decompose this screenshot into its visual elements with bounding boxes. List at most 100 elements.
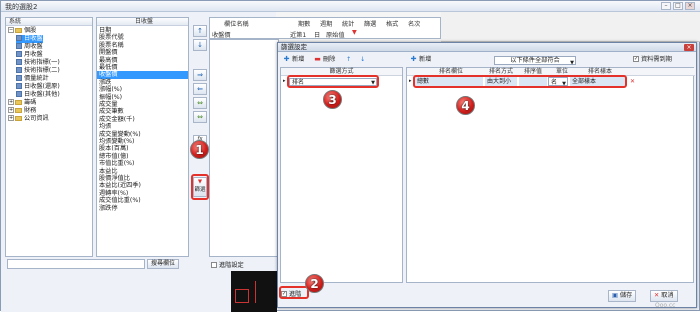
tree-leaf[interactable]: 技術指標(二) <box>16 67 60 75</box>
folder-icon <box>15 27 22 33</box>
expand-icon[interactable]: + <box>8 107 14 113</box>
field-list-item[interactable]: 成交量變動(%) <box>97 131 188 138</box>
minus-icon: ▬ <box>314 54 321 63</box>
field-list-item[interactable]: 市值比重(%) <box>97 160 188 167</box>
maximize-button[interactable]: □ <box>673 2 683 10</box>
folder-icon <box>15 115 22 121</box>
callout-badge-3: 3 <box>323 90 342 109</box>
checkbox-box[interactable] <box>211 262 217 268</box>
highlight-box-2 <box>279 286 309 299</box>
tree-leaf[interactable]: 日收盤(其他) <box>16 91 60 99</box>
expand-icon[interactable]: + <box>8 115 14 121</box>
field-list-item[interactable]: 漲跌停 <box>97 205 188 212</box>
move-down-button[interactable]: ↓ <box>193 39 207 51</box>
search-field-button[interactable]: 搜尋欄位 <box>147 259 179 269</box>
table-icon <box>16 67 22 73</box>
tree-item-label: 個股 <box>24 27 37 34</box>
save-button[interactable]: ▣ 儲存 <box>608 290 637 302</box>
field-list-item[interactable]: 開盤價 <box>97 49 188 56</box>
column-row-name[interactable]: 收盤價 <box>212 30 231 39</box>
tree-item-label: 公司資訊 <box>24 115 49 122</box>
add-condition-button[interactable]: ✚ 新增 <box>408 55 433 65</box>
data-expiry-label: 資料需到期 <box>641 56 672 63</box>
tree-folder[interactable]: + 財務 <box>8 107 36 115</box>
col-header-periods: 期數 <box>298 21 311 28</box>
field-list-item[interactable]: 股票代號 <box>97 34 188 41</box>
col-header-stat: 統計 <box>342 21 355 28</box>
search-input[interactable] <box>7 259 145 269</box>
table-icon <box>16 43 22 49</box>
tree-item-label: 日收盤(還原) <box>24 83 60 90</box>
tree-leaf[interactable]: 周收盤 <box>16 43 43 51</box>
col-header-format: 格式 <box>386 21 399 28</box>
minimize-button[interactable]: – <box>661 2 671 10</box>
column-row-period[interactable]: 近第1 <box>290 30 306 39</box>
column-row-cycle[interactable]: 日 <box>314 30 320 39</box>
background-chart-thumbnail <box>231 271 277 312</box>
filter-settings-dialog: 篩選設定 × ✚ 新增 ▬ 刪除 ↑ ↓ ✚ 新增 以下條件全部符合 ▼ ✓ 資料需到期 … <box>277 42 697 308</box>
data-expiry-checkbox[interactable]: ✓ 資料需到期 <box>631 55 674 65</box>
move-down-icon[interactable]: ↓ <box>358 55 367 65</box>
column-header: 欄位名稱 期數 週期 統計 篩選 格式 名次 收盤價 近第1 日 原始值 ▼ <box>209 17 441 39</box>
callout-badge-4: 4 <box>456 96 475 115</box>
swap-button[interactable]: ⇔ <box>193 97 207 109</box>
tree-item-label: 周收盤 <box>24 43 43 50</box>
move-up-icon[interactable]: ↑ <box>344 55 353 65</box>
tree-folder[interactable]: − 個股 <box>8 27 36 35</box>
field-list-item[interactable]: 最高價 <box>97 57 188 64</box>
column-row-stat[interactable]: 原始值 <box>326 30 345 39</box>
field-list-item[interactable]: 本益比 <box>97 168 188 175</box>
expand-icon[interactable]: + <box>8 99 14 105</box>
delete-button[interactable]: ▬ 刪除 <box>312 55 337 65</box>
tree-leaf[interactable]: 價量統計 <box>16 75 49 83</box>
table-icon <box>16 51 22 57</box>
tree-item-label: 技術指標(一) <box>24 59 60 66</box>
callout-badge-2: 2 <box>305 274 324 293</box>
field-list: 日收盤 日期 股票代號 股票名稱 開盤價 最高價 最低價 收盤價 漲跌 漲幅(%) 振幅(%) 成交… <box>96 17 189 257</box>
watermark: Ooo.cc <box>655 302 676 309</box>
add-field-button[interactable]: ⇒ <box>193 69 207 81</box>
advanced-setting-checkbox[interactable]: 進階設定 <box>211 260 244 269</box>
filter-indicator-icon[interactable]: ▼ <box>352 29 357 36</box>
tree-folder[interactable]: + 公司資訊 <box>8 115 49 123</box>
tree-leaf[interactable]: 日收盤(還原) <box>16 83 60 91</box>
collapse-icon[interactable]: − <box>8 27 14 33</box>
field-list-item[interactable]: 振幅(%) <box>97 94 188 101</box>
table-icon <box>16 91 22 97</box>
field-list-item[interactable]: 均張 <box>97 123 188 130</box>
checkbox-checked-icon: ✓ <box>633 56 639 62</box>
tree-item-label: 月收盤 <box>24 51 43 58</box>
field-list-item[interactable]: 成交值比重(%) <box>97 197 188 204</box>
chart-mark <box>255 281 256 303</box>
cancel-button[interactable]: ✕ 取消 <box>650 290 678 302</box>
window-titlebar: 我的選股2 – □ × <box>1 1 700 12</box>
highlight-box-1 <box>191 174 209 200</box>
add-group-button[interactable]: ✚ 新增 <box>281 55 306 65</box>
tree-leaf[interactable]: 月收盤 <box>16 51 43 59</box>
field-list-item[interactable]: 收盤價 <box>97 71 188 79</box>
plus-icon: ✚ <box>283 54 290 63</box>
tree-item-label: 價量統計 <box>24 75 49 82</box>
table-icon <box>16 83 22 89</box>
swap-all-button[interactable]: ⇔ <box>193 111 207 123</box>
move-up-button[interactable]: ↑ <box>193 25 207 37</box>
condition-match-select[interactable]: 以下條件全部符合 ▼ <box>494 56 576 66</box>
field-list-item[interactable]: 成交筆數 <box>97 108 188 115</box>
folder-icon <box>15 107 22 113</box>
field-list-item[interactable]: 本益比(近四季) <box>97 182 188 189</box>
tree-leaf[interactable]: 技術指標(一) <box>16 59 60 67</box>
tree-folder[interactable]: + 籌碼 <box>8 99 36 107</box>
tree-item-label: 財務 <box>24 107 37 114</box>
field-list-item[interactable]: 股本(百萬) <box>97 145 188 152</box>
field-list-item[interactable]: 漲幅(%) <box>97 86 188 93</box>
tree-item-label: 日收盤 <box>24 35 43 42</box>
close-icon[interactable]: × <box>685 2 695 10</box>
condition-match-value: 以下條件全部符合 <box>510 57 560 64</box>
highlight-box-4 <box>413 75 627 88</box>
dialog-close-icon[interactable]: × <box>684 44 694 51</box>
highlight-box-3 <box>287 75 379 88</box>
remove-field-button[interactable]: ⇐ <box>193 83 207 95</box>
tree-leaf[interactable]: 日收盤 <box>16 35 43 43</box>
cancel-label: 取消 <box>661 292 674 299</box>
delete-row-icon[interactable]: ✕ <box>628 77 636 86</box>
